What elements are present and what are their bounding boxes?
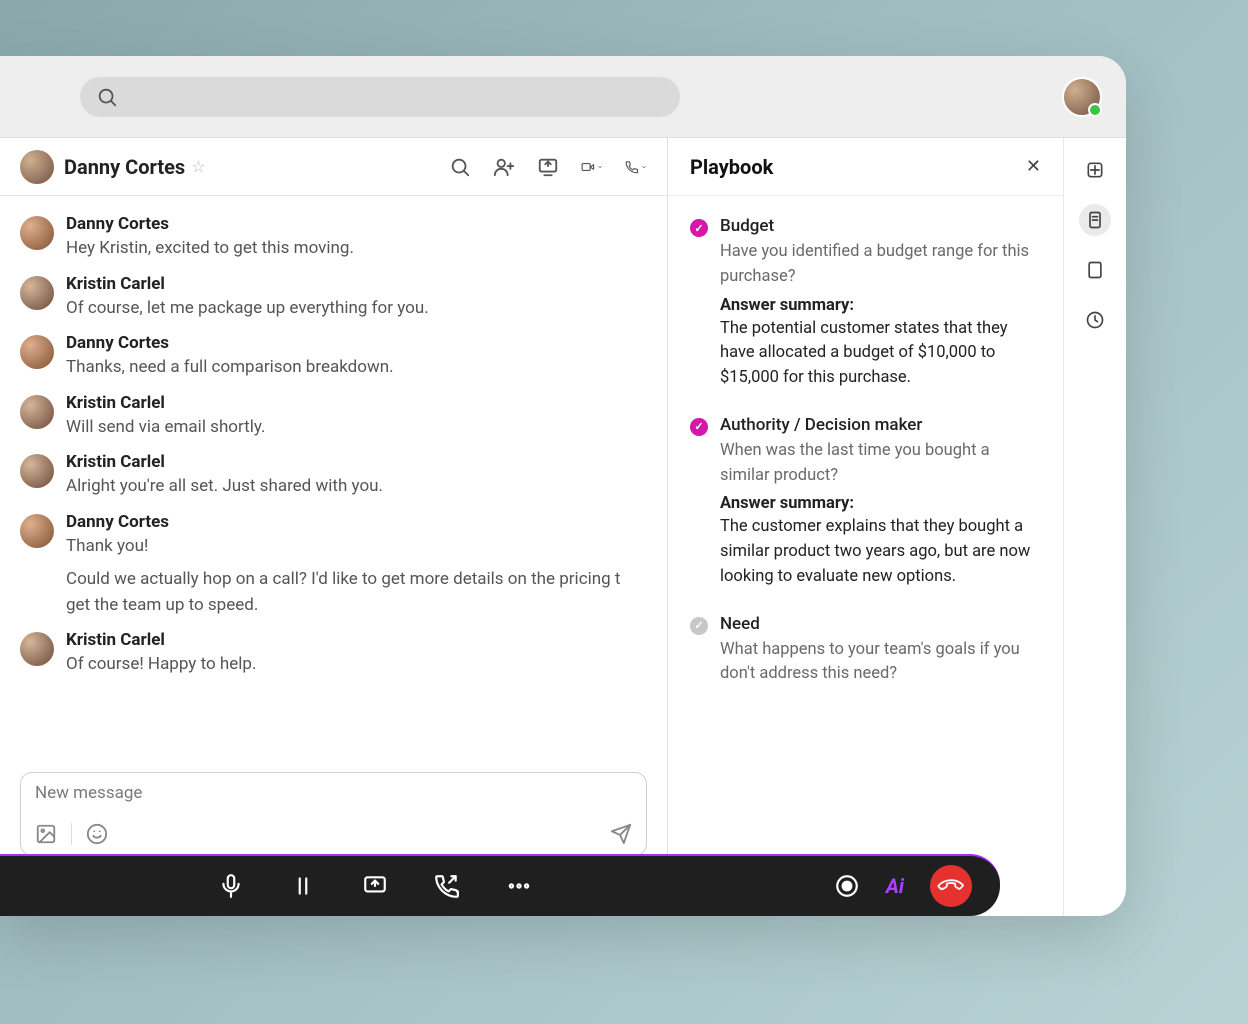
message-text: Could we actually hop on a call? I'd lik…: [66, 567, 647, 618]
message-item: Kristin CarlelOf course, let me package …: [20, 274, 647, 322]
end-call-button[interactable]: [930, 865, 972, 907]
playbook-summary-text: The customer explains that they bought a…: [720, 515, 1041, 589]
playbook-item: Budget Have you identified a budget range…: [690, 216, 1041, 391]
rail-history-icon[interactable]: [1079, 304, 1111, 336]
playbook-title: Playbook: [690, 155, 773, 179]
message-sender: Kristin Carlel: [66, 274, 429, 294]
playbook-status-icon: [690, 219, 708, 237]
message-sender: Danny Cortes: [66, 333, 394, 353]
message-text: Of course! Happy to help.: [66, 652, 256, 678]
topbar: [0, 56, 1126, 138]
star-icon[interactable]: ☆: [191, 157, 205, 176]
playbook-item: Authority / Decision maker When was the l…: [690, 415, 1041, 590]
chevron-down-icon: [597, 162, 603, 172]
message-avatar: [20, 454, 54, 488]
message-composer[interactable]: New message: [20, 772, 647, 856]
playbook-summary-text: The potential customer states that they …: [720, 317, 1041, 391]
screen-share-icon[interactable]: [537, 156, 559, 178]
playbook-status-icon: [690, 617, 708, 635]
message-avatar: [20, 632, 54, 666]
message-text: Alright you're all set. Just shared with…: [66, 474, 383, 500]
composer-placeholder: New message: [35, 783, 632, 803]
message-avatar: [20, 335, 54, 369]
rail-ai-sparkle-icon[interactable]: [1079, 154, 1111, 186]
playbook-body: Budget Have you identified a budget range…: [668, 196, 1063, 737]
transfer-call-button[interactable]: [434, 873, 460, 899]
right-rail: [1064, 138, 1126, 916]
search-icon: [96, 86, 118, 108]
contact-avatar: [20, 150, 54, 184]
search-input[interactable]: [80, 77, 680, 117]
message-avatar: [20, 216, 54, 250]
divider: [71, 823, 72, 845]
chat-header: Danny Cortes ☆: [0, 138, 667, 196]
message-list: Danny CortesHey Kristin, excited to get …: [0, 196, 667, 764]
more-options-button[interactable]: [506, 873, 532, 899]
message-avatar: [20, 514, 54, 548]
playbook-item-title: Authority / Decision maker: [720, 415, 1041, 435]
send-button[interactable]: [610, 823, 632, 845]
message-item: Danny CortesThanks, need a full comparis…: [20, 333, 647, 381]
message-sender: Kristin Carlel: [66, 452, 383, 472]
message-item: Danny CortesThank you! Could we actually …: [20, 512, 647, 619]
playbook-summary-label: Answer summary:: [720, 494, 1041, 513]
chevron-down-icon: [641, 162, 647, 172]
message-sender: Kristin Carlel: [66, 630, 256, 650]
message-avatar: [20, 276, 54, 310]
message-item: Danny CortesHey Kristin, excited to get …: [20, 214, 647, 262]
phone-call-button[interactable]: [625, 156, 647, 178]
message-text: Will send via email shortly.: [66, 415, 266, 441]
message-text: Of course, let me package up everything …: [66, 296, 429, 322]
playbook-question: When was the last time you bought a simi…: [720, 439, 1041, 489]
image-attach-icon[interactable]: [35, 823, 57, 845]
pause-button[interactable]: [290, 873, 316, 899]
add-people-icon[interactable]: [493, 156, 515, 178]
message-sender: Danny Cortes: [66, 214, 354, 234]
playbook-status-icon: [690, 418, 708, 436]
user-avatar[interactable]: [1062, 77, 1102, 117]
playbook-header: Playbook ✕: [668, 138, 1063, 196]
call-bar: Ai: [0, 854, 1000, 916]
contact-name: Danny Cortes: [64, 155, 185, 179]
playbook-panel: Playbook ✕ Budget Have you identified a b…: [668, 138, 1064, 916]
message-text: Thank you!: [66, 534, 647, 560]
ai-assistant-button[interactable]: Ai: [886, 874, 904, 898]
playbook-question: What happens to your team's goals if you…: [720, 638, 1041, 688]
message-text: Hey Kristin, excited to get this moving.: [66, 236, 354, 262]
microphone-button[interactable]: [218, 873, 244, 899]
record-button[interactable]: [834, 873, 860, 899]
app-window: Danny Cortes ☆ Danny CortesHey Kristin, …: [0, 56, 1126, 916]
video-call-button[interactable]: [581, 156, 603, 178]
chat-panel: Danny Cortes ☆ Danny CortesHey Kristin, …: [0, 138, 668, 916]
message-sender: Kristin Carlel: [66, 393, 266, 413]
search-in-chat-icon[interactable]: [449, 156, 471, 178]
playbook-item-title: Need: [720, 614, 1041, 634]
message-item: Kristin CarlelWill send via email shortl…: [20, 393, 647, 441]
close-icon[interactable]: ✕: [1026, 156, 1041, 177]
playbook-item: Need What happens to your team's goals if…: [690, 614, 1041, 694]
message-text: Thanks, need a full comparison breakdown…: [66, 355, 394, 381]
presence-indicator: [1088, 103, 1102, 117]
message-item: Kristin CarlelOf course! Happy to help.: [20, 630, 647, 678]
share-screen-button[interactable]: [362, 873, 388, 899]
playbook-item-title: Budget: [720, 216, 1041, 236]
emoji-icon[interactable]: [86, 823, 108, 845]
message-avatar: [20, 395, 54, 429]
rail-playbook-icon[interactable]: [1079, 204, 1111, 236]
message-item: Kristin CarlelAlright you're all set. Ju…: [20, 452, 647, 500]
playbook-summary-label: Answer summary:: [720, 296, 1041, 315]
playbook-question: Have you identified a budget range for t…: [720, 240, 1041, 290]
rail-notes-icon[interactable]: [1079, 254, 1111, 286]
message-sender: Danny Cortes: [66, 512, 647, 532]
